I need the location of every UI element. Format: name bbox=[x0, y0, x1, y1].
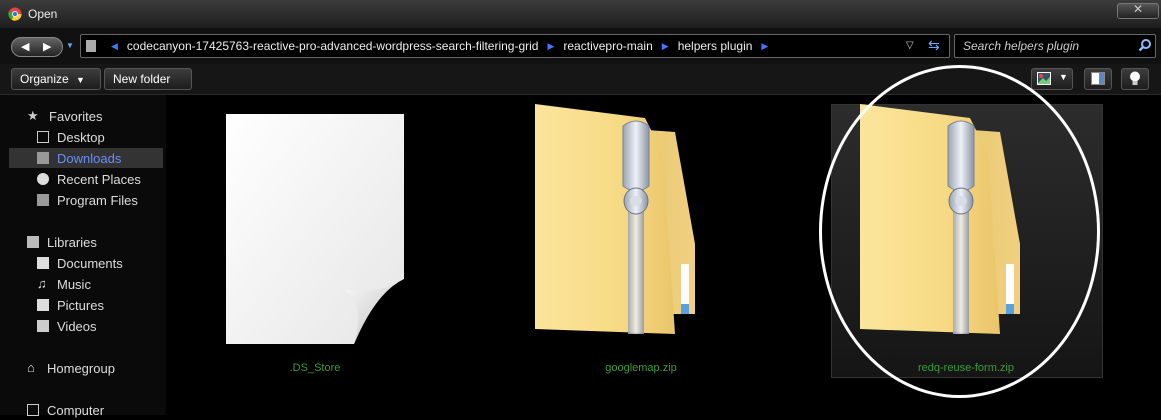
nav-label: Downloads bbox=[57, 150, 122, 166]
nav-libraries[interactable]: Libraries bbox=[27, 232, 97, 252]
homegroup-icon: ⌂ bbox=[27, 360, 35, 375]
blank-file-icon bbox=[226, 114, 404, 344]
file-item[interactable] bbox=[226, 114, 404, 344]
refresh-icon[interactable]: ⇆ bbox=[928, 37, 940, 54]
window-title: Open bbox=[28, 7, 58, 21]
search-input[interactable] bbox=[961, 38, 1135, 54]
desktop-icon bbox=[37, 131, 49, 143]
annotation-circle bbox=[819, 65, 1100, 398]
address-dropdown-icon[interactable]: ▽ bbox=[906, 40, 914, 51]
nav-favorites[interactable]: ★ Favorites bbox=[27, 106, 102, 126]
breadcrumb-separator-icon[interactable]: ▶ bbox=[547, 41, 554, 52]
program-files-icon bbox=[37, 194, 49, 206]
back-forward-buttons[interactable]: ◀ ▶ bbox=[11, 37, 63, 57]
back-arrow-icon[interactable]: ◀ bbox=[21, 40, 29, 53]
nav-item-pictures[interactable]: Pictures bbox=[37, 295, 104, 315]
nav-item-documents[interactable]: Documents bbox=[37, 253, 123, 273]
recent-places-icon bbox=[37, 173, 49, 185]
nav-label: Documents bbox=[57, 255, 123, 271]
breadcrumb-separator-icon[interactable]: ◀ bbox=[111, 41, 118, 52]
breadcrumb-item[interactable]: reactivepro-main bbox=[563, 39, 652, 53]
nav-label: Recent Places bbox=[57, 171, 141, 187]
close-button[interactable]: ✕ bbox=[1117, 2, 1159, 19]
search-icon[interactable] bbox=[1138, 38, 1152, 52]
breadcrumb-item[interactable]: helpers plugin bbox=[678, 39, 753, 53]
breadcrumb-item[interactable]: codecanyon-17425763-reactive-pro-advance… bbox=[127, 39, 539, 53]
change-view-icon bbox=[1037, 72, 1051, 85]
nav-item-videos[interactable]: Videos bbox=[37, 316, 97, 336]
nav-computer[interactable]: Computer bbox=[27, 400, 104, 420]
pictures-icon bbox=[37, 299, 49, 311]
preview-pane-icon bbox=[1091, 72, 1105, 85]
breadcrumb-separator-icon[interactable]: ▶ bbox=[761, 41, 768, 52]
chrome-icon bbox=[8, 7, 22, 21]
nav-label: Computer bbox=[47, 402, 105, 418]
libraries-icon bbox=[27, 236, 39, 248]
music-icon: ♫ bbox=[37, 276, 47, 291]
organize-label: Organize bbox=[20, 72, 69, 86]
new-folder-button[interactable]: New folder bbox=[104, 68, 192, 90]
preview-pane-button[interactable] bbox=[1084, 68, 1112, 90]
nav-label: Program Files bbox=[57, 192, 138, 208]
nav-homegroup[interactable]: ⌂ Homegroup bbox=[27, 358, 115, 378]
nav-item-recent-places[interactable]: Recent Places bbox=[37, 169, 141, 189]
nav-item-downloads[interactable]: Downloads bbox=[9, 148, 163, 168]
documents-icon bbox=[37, 257, 49, 269]
file-name-label[interactable]: .DS_Store bbox=[226, 362, 404, 374]
new-folder-label: New folder bbox=[113, 72, 171, 86]
close-icon: ✕ bbox=[1133, 2, 1144, 16]
forward-arrow-icon[interactable]: ▶ bbox=[43, 40, 51, 53]
breadcrumb: ◀ codecanyon-17425763-reactive-pro-advan… bbox=[86, 38, 777, 54]
folder-icon bbox=[86, 40, 96, 52]
nav-label: Music bbox=[57, 276, 91, 292]
breadcrumb-separator-icon[interactable]: ▶ bbox=[662, 41, 669, 52]
nav-label: Pictures bbox=[57, 297, 104, 313]
nav-item-music[interactable]: ♫ Music bbox=[37, 274, 91, 294]
nav-label: Favorites bbox=[49, 108, 103, 124]
chevron-down-icon: ▼ bbox=[1059, 72, 1068, 82]
title-bar: Open ✕ bbox=[0, 0, 1161, 28]
nav-item-desktop[interactable]: Desktop bbox=[37, 127, 105, 147]
favorites-star-icon: ★ bbox=[27, 108, 39, 123]
nav-label: Desktop bbox=[57, 129, 105, 145]
zip-folder-icon bbox=[535, 104, 695, 334]
nav-label: Homegroup bbox=[47, 360, 115, 376]
downloads-icon bbox=[37, 152, 49, 164]
nav-label: Videos bbox=[57, 318, 97, 334]
computer-icon bbox=[27, 404, 39, 416]
help-button[interactable] bbox=[1121, 68, 1149, 90]
file-item[interactable] bbox=[535, 104, 695, 344]
view-options-button[interactable]: ▼ bbox=[1031, 68, 1073, 90]
nav-item-program-files[interactable]: Program Files bbox=[37, 190, 138, 210]
help-lightbulb-icon bbox=[1130, 71, 1140, 85]
nav-label: Libraries bbox=[47, 234, 97, 250]
recent-pages-dropdown-icon[interactable]: ▼ bbox=[66, 41, 74, 50]
organize-button[interactable]: Organize ▼ bbox=[11, 68, 101, 90]
chevron-down-icon: ▼ bbox=[76, 75, 85, 85]
file-name-label[interactable]: googlemap.zip bbox=[535, 362, 747, 374]
search-box[interactable] bbox=[954, 34, 1156, 58]
videos-icon bbox=[37, 320, 49, 332]
